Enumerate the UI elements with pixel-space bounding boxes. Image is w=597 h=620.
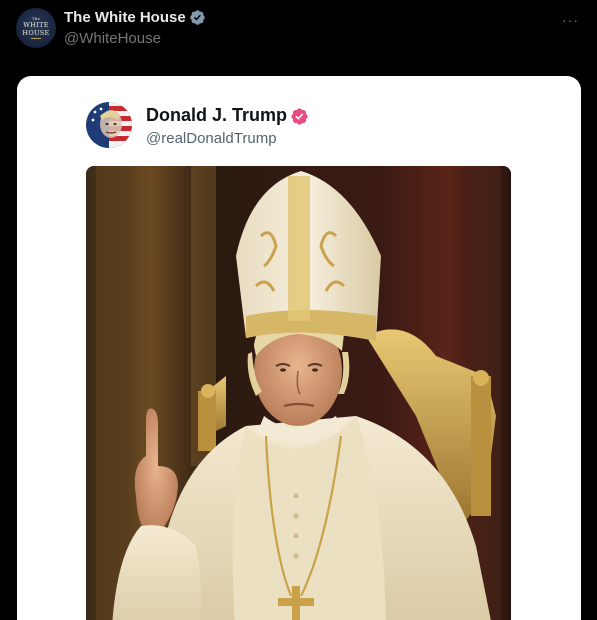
- avatar-text-line2: WHITE: [23, 21, 49, 29]
- embedded-post-card[interactable]: Donald J. Trump @realDonaldTrump: [17, 76, 581, 620]
- avatar-text-line3: HOUSE: [22, 28, 50, 37]
- post-image[interactable]: [86, 166, 511, 620]
- avatar[interactable]: The WHITE HOUSE: [16, 8, 56, 48]
- photo-ai-pope-portrait-icon: [86, 166, 511, 620]
- verified-badge-icon[interactable]: [290, 107, 308, 125]
- author-handle[interactable]: @WhiteHouse: [64, 30, 161, 47]
- embedded-author-name-row: Donald J. Trump: [146, 105, 308, 126]
- embedded-author-handle[interactable]: @realDonaldTrump: [146, 130, 277, 147]
- embedded-author-name[interactable]: Donald J. Trump: [146, 105, 287, 126]
- author-name-row: The White House: [64, 9, 206, 26]
- verified-badge-icon[interactable]: [189, 9, 206, 26]
- avatar-divider: [31, 38, 41, 39]
- tweet: The WHITE HOUSE The White House @WhiteHo…: [0, 0, 597, 620]
- embedded-avatar[interactable]: [86, 102, 132, 148]
- author-name[interactable]: The White House: [64, 9, 186, 26]
- more-options-icon[interactable]: ···: [562, 12, 579, 28]
